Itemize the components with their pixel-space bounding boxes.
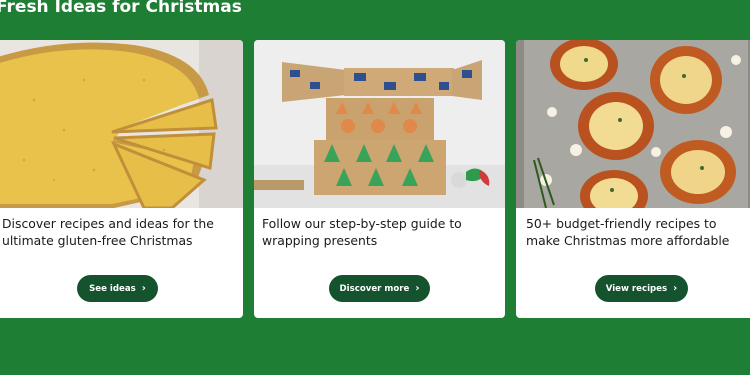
stuffed-squash-image[interactable] bbox=[516, 40, 750, 208]
promo-card-list: Discover recipes and ideas for the ultim… bbox=[0, 0, 750, 375]
card-description: Follow our step-by-step guide to wrappin… bbox=[262, 216, 462, 248]
button-label: View recipes bbox=[605, 283, 668, 294]
presents-image[interactable] bbox=[254, 40, 505, 208]
promo-card-wrapping-guide[interactable]: Follow our step-by-step guide to wrappin… bbox=[254, 40, 505, 318]
promo-card-budget-recipes[interactable]: 50+ budget-friendly recipes to make Chri… bbox=[516, 40, 750, 318]
button-label: Discover more bbox=[339, 283, 410, 294]
card-description: Discover recipes and ideas for the ultim… bbox=[2, 216, 214, 248]
tart-image[interactable] bbox=[0, 40, 243, 208]
promo-card-gluten-free[interactable]: Discover recipes and ideas for the ultim… bbox=[0, 40, 243, 318]
chevron-right-icon: › bbox=[415, 282, 420, 294]
chevron-right-icon: › bbox=[673, 282, 678, 294]
discover-more-button[interactable]: Discover more › bbox=[329, 275, 430, 302]
see-ideas-button[interactable]: See ideas › bbox=[77, 275, 158, 302]
chevron-right-icon: › bbox=[141, 282, 146, 294]
button-label: See ideas bbox=[89, 283, 136, 294]
view-recipes-button[interactable]: View recipes › bbox=[595, 275, 688, 302]
card-description: 50+ budget-friendly recipes to make Chri… bbox=[526, 216, 730, 248]
